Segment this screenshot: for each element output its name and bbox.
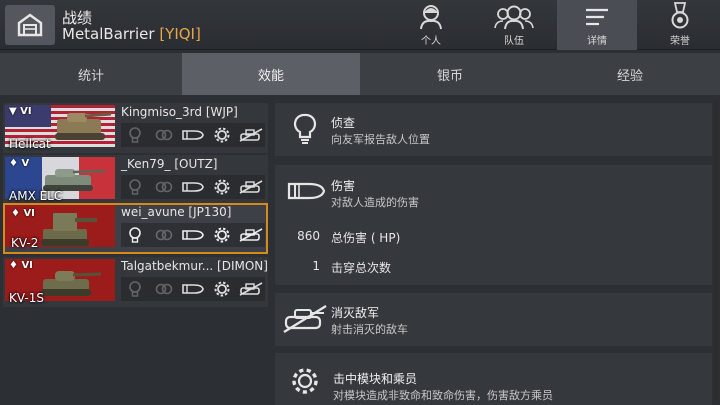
panel-description: 对敌人造成的伤害 bbox=[331, 196, 419, 209]
header-bar: 战绩 MetalBarrier [YIQI] 个人 队伍 详情 荣誉 bbox=[0, 0, 720, 50]
shell-icon bbox=[180, 226, 206, 244]
modules-panel: 击中模块和乘员 对模块造成非致命和致命伤害，伤害敌方乘员 bbox=[275, 353, 712, 405]
player-name: _Ken79_ [OUTZ] bbox=[121, 157, 218, 171]
achievement-row bbox=[121, 277, 265, 301]
spotting-panel: 侦查 向友军报告敌人位置 bbox=[275, 103, 712, 156]
subtab-efficiency[interactable]: 效能 bbox=[182, 53, 360, 95]
team-icon bbox=[494, 5, 534, 30]
shell-icon bbox=[281, 171, 329, 211]
lightbulb-icon bbox=[122, 126, 148, 144]
tab-honors[interactable]: 荣誉 bbox=[640, 0, 720, 50]
destroyed-panel: 消灭敌军 射击消灭的敌车 bbox=[275, 293, 712, 346]
tier-badge: ♦ VI bbox=[11, 208, 35, 219]
player-row[interactable]: ▼ VI Hellcat Kingmiso_3rd [WJP] bbox=[3, 103, 268, 153]
stat-label: 总伤害 ( HP) bbox=[331, 231, 401, 245]
lightbulb-icon bbox=[122, 226, 148, 244]
shell-icon bbox=[180, 126, 206, 144]
player-name: Kingmiso_3rd [WJP] bbox=[121, 105, 238, 119]
tab-details[interactable]: 详情 bbox=[557, 0, 637, 50]
panel-title: 击中模块和乘员 bbox=[333, 372, 418, 386]
stat-value: 860 bbox=[297, 229, 320, 243]
destroyed-tank-icon bbox=[238, 226, 264, 244]
panel-description: 对模块造成非致命和致命伤害，伤害敌方乘员 bbox=[333, 389, 553, 402]
stat-value: 1 bbox=[312, 259, 320, 273]
panel-title: 消灭敌军 bbox=[331, 306, 380, 320]
gear-icon bbox=[209, 280, 235, 298]
shell-icon bbox=[180, 178, 206, 196]
tier-badge: ♦ VI bbox=[9, 260, 33, 271]
assist-icon bbox=[151, 280, 177, 298]
player-name: MetalBarrier bbox=[62, 25, 155, 43]
destroyed-tank-icon bbox=[281, 299, 329, 339]
assist-icon bbox=[151, 126, 177, 144]
stat-row: 860 总伤害 ( HP) bbox=[275, 224, 712, 250]
panel-description: 向友军报告敌人位置 bbox=[331, 133, 430, 146]
medal-icon bbox=[671, 2, 689, 29]
player-row[interactable]: ♦ V AMX ELC _Ken79_ [OUTZ] bbox=[3, 155, 268, 205]
gear-icon bbox=[281, 361, 329, 401]
list-icon bbox=[586, 8, 608, 26]
subtab-credits[interactable]: 银币 bbox=[360, 53, 540, 95]
destroyed-tank-icon bbox=[238, 280, 264, 298]
player-row[interactable]: ♦ VI KV-1S Talgatbekmur... [DIMON] bbox=[3, 257, 268, 307]
player-name: wei_avune [JP130] bbox=[121, 205, 232, 219]
destroyed-tank-icon bbox=[238, 126, 264, 144]
gear-icon bbox=[209, 126, 235, 144]
tab-personal[interactable]: 个人 bbox=[391, 0, 471, 50]
destroyed-tank-icon bbox=[238, 178, 264, 196]
vehicle-name: KV-2 bbox=[11, 236, 39, 250]
lightbulb-icon bbox=[122, 178, 148, 196]
vehicle-name: AMX ELC bbox=[9, 189, 63, 203]
tab-details-label: 详情 bbox=[587, 36, 607, 47]
stat-row: 1 击穿总次数 bbox=[275, 254, 712, 280]
subtab-statistics[interactable]: 统计 bbox=[0, 53, 182, 95]
garage-button[interactable] bbox=[5, 5, 55, 45]
achievement-row bbox=[121, 175, 265, 199]
tab-team-label: 队伍 bbox=[504, 36, 524, 47]
shell-icon bbox=[180, 280, 206, 298]
lightbulb-icon bbox=[281, 109, 329, 149]
tab-team[interactable]: 队伍 bbox=[474, 0, 554, 50]
panel-description: 射击消灭的敌车 bbox=[331, 323, 408, 336]
soldier-icon bbox=[420, 5, 442, 30]
panel-title: 侦查 bbox=[331, 116, 356, 130]
player-clan: [YIQI] bbox=[159, 25, 201, 43]
tab-honors-label: 荣誉 bbox=[670, 36, 690, 47]
garage-icon bbox=[17, 13, 43, 37]
panel-title: 伤害 bbox=[331, 179, 356, 193]
player-row-selected[interactable]: ♦ VI KV-2 wei_avune [JP130] bbox=[3, 203, 268, 254]
vehicle-name: Hellcat bbox=[9, 137, 51, 151]
tier-badge: ♦ V bbox=[9, 158, 30, 169]
assist-icon bbox=[151, 178, 177, 196]
vehicle-name: KV-1S bbox=[9, 291, 44, 305]
gear-icon bbox=[209, 226, 235, 244]
tier-badge: ▼ VI bbox=[9, 106, 32, 117]
tab-personal-label: 个人 bbox=[421, 36, 441, 47]
achievement-row bbox=[121, 123, 265, 147]
player-title: MetalBarrier [YIQI] bbox=[62, 25, 201, 43]
stat-label: 击穿总次数 bbox=[331, 261, 392, 275]
gear-icon bbox=[209, 178, 235, 196]
subtab-experience[interactable]: 经验 bbox=[540, 53, 720, 95]
scrollbar[interactable] bbox=[714, 100, 718, 400]
damage-panel: 伤害 对敌人造成的伤害 860 总伤害 ( HP) 1 击穿总次数 bbox=[275, 165, 712, 285]
achievement-row bbox=[121, 223, 265, 247]
lightbulb-icon bbox=[122, 280, 148, 298]
subtab-bar: 统计 效能 银币 经验 bbox=[0, 53, 720, 95]
assist-icon bbox=[151, 226, 177, 244]
player-name: Talgatbekmur... [DIMON] bbox=[121, 259, 268, 273]
